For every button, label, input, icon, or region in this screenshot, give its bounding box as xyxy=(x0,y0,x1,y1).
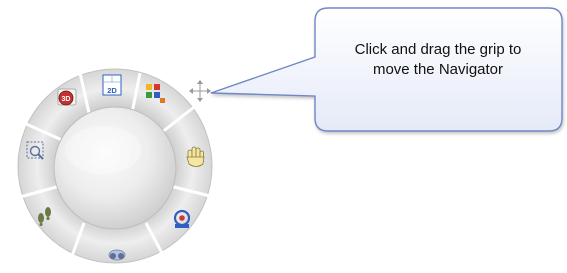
view-2d-icon-label: 2D xyxy=(107,86,117,95)
view-2d-icon: 2D xyxy=(102,74,122,96)
move-grip-icon[interactable] xyxy=(189,80,211,102)
orbit-3d-icon-label: 3D xyxy=(62,96,71,103)
binoculars-icon xyxy=(108,249,126,261)
center-highlight xyxy=(65,126,141,174)
callout-text: Click and drag the grip to move the Navi… xyxy=(318,40,558,80)
navigator-wheel xyxy=(17,68,213,264)
callout-line-1: Click and drag the grip to xyxy=(354,41,522,58)
orbit-3d-icon: 3D xyxy=(57,88,77,106)
callout-line-2: move the Navigator xyxy=(372,61,504,78)
